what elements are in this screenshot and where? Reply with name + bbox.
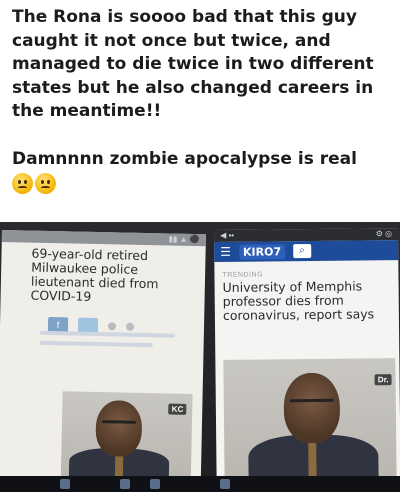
- photo-of-two-phones: ▮▮ ▲ ⚫ 69-year-old retired Milwaukee pol…: [0, 222, 400, 492]
- print-icon[interactable]: [125, 322, 135, 331]
- watermark: KC: [168, 403, 187, 415]
- share-icon[interactable]: [107, 322, 117, 331]
- headline-line: coronavirus, report says: [222, 306, 375, 323]
- article-photo: KC: [60, 391, 193, 485]
- search-icon[interactable]: ⌕: [293, 243, 312, 259]
- section-label: TRENDING: [222, 271, 264, 279]
- caption-line: states but he also changed careers in: [12, 77, 374, 98]
- caption-line: caught it not once but twice, and: [12, 30, 331, 51]
- caption-line: the meantime!!: [12, 101, 162, 121]
- left-headline: 69-year-old retired Milwaukee police lie…: [0, 242, 205, 306]
- taskbar-icon: [220, 479, 230, 489]
- caption-line: managed to die twice in two different: [12, 54, 374, 74]
- kiro-navbar: ☰ KIRO7 ⌕: [214, 240, 399, 262]
- rofl-emoji-icon: [12, 173, 33, 194]
- kiro-logo[interactable]: KIRO7: [238, 243, 286, 260]
- caption: The Rona is soooo bad that this guy caug…: [12, 6, 394, 194]
- taskbar-icon: [60, 479, 70, 489]
- blurred-text: [39, 330, 189, 354]
- menu-icon[interactable]: ☰: [220, 245, 231, 259]
- caption-line: Damnnnn zombie apocalypse is real: [12, 148, 357, 169]
- taskbar-icon: [120, 479, 130, 489]
- right-phone-screen: ◀ ▪▪ ⚙ ◎ ☰ KIRO7 ⌕ TRENDING University of…: [214, 228, 400, 492]
- caption-line: The Rona is soooo bad that this guy: [12, 7, 357, 27]
- share-row: f: [0, 302, 204, 336]
- left-phone-screen: ▮▮ ▲ ⚫ 69-year-old retired Milwaukee pol…: [0, 230, 206, 492]
- article-photo: Dr.: [223, 358, 397, 490]
- right-headline: University of Memphis professor dies fro…: [215, 277, 399, 323]
- name-caption: Dr.: [374, 374, 392, 386]
- emoji-row: [12, 173, 394, 194]
- taskbar-icon: [150, 479, 160, 489]
- flushed-emoji-icon: [35, 173, 56, 194]
- taskbar: [0, 476, 400, 492]
